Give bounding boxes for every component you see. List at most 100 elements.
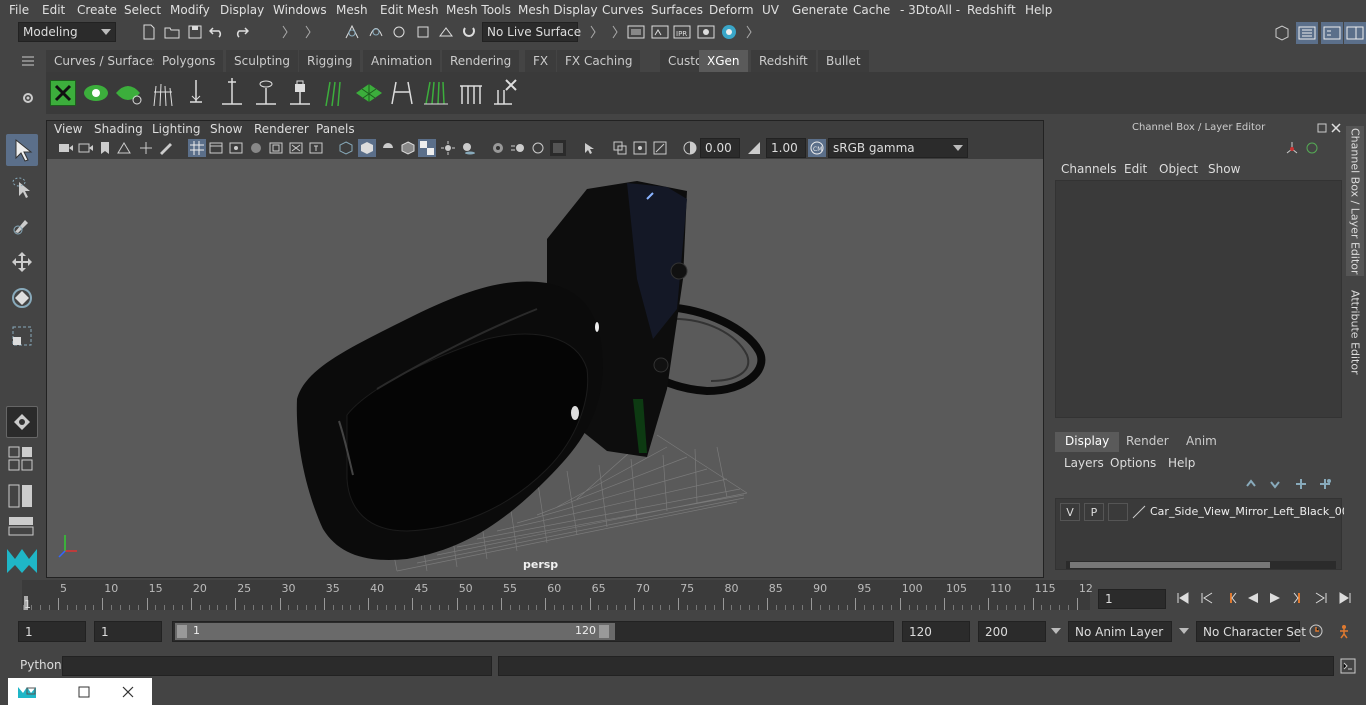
channel-edit-menu[interactable]: Edit [1124, 162, 1147, 176]
depth-of-field-icon[interactable] [550, 140, 566, 156]
xgen-sculpt-guide-icon[interactable] [252, 78, 280, 108]
close-icon[interactable] [120, 684, 136, 700]
menu-file[interactable]: File [9, 3, 29, 17]
menu-create[interactable]: Create [77, 3, 117, 17]
gate-mask-icon[interactable] [248, 140, 264, 156]
menu-mesh-tools[interactable]: Mesh Tools [446, 3, 511, 17]
move-tool[interactable] [6, 246, 38, 278]
xgen-delete-guides-icon[interactable] [490, 78, 518, 108]
go-to-end-icon[interactable] [1336, 589, 1354, 607]
shelf-tab-animation[interactable]: Animation [363, 50, 441, 72]
redo-icon[interactable] [232, 23, 250, 41]
command-input[interactable] [62, 656, 492, 676]
exposure-field[interactable]: 0.00 [700, 138, 740, 158]
menu-windows[interactable]: Windows [273, 3, 327, 17]
object-menu[interactable]: Object [1159, 162, 1198, 176]
xgen-cut-guides-icon[interactable] [456, 78, 484, 108]
safe-action-icon[interactable] [288, 140, 304, 156]
layer-help-menu[interactable]: Help [1168, 456, 1195, 470]
layer-display-type[interactable] [1108, 503, 1128, 521]
move-layer-down-icon[interactable] [1268, 476, 1284, 492]
xray-joints-icon[interactable] [632, 140, 648, 156]
playback-start-field[interactable]: 1 [94, 621, 162, 642]
textured-icon[interactable] [418, 139, 436, 157]
viewport-menu-shading[interactable]: Shading [94, 122, 143, 136]
snap-grid-icon[interactable] [343, 23, 361, 41]
render-settings-icon[interactable] [696, 23, 716, 41]
live-surface-field[interactable]: No Live Surface [482, 22, 581, 42]
screen-space-ao-icon[interactable] [490, 140, 506, 156]
camera-attributes-icon[interactable] [78, 140, 94, 156]
scale-tool[interactable] [6, 320, 38, 352]
xgen-add-guide-icon[interactable] [218, 78, 246, 108]
layer-playback-toggle[interactable]: P [1084, 503, 1104, 521]
manipulator-icon[interactable] [1284, 140, 1300, 156]
xray-components-icon[interactable] [652, 140, 668, 156]
start-time-field[interactable]: 1 [18, 621, 86, 642]
bookmark-icon[interactable] [98, 140, 112, 156]
range-slider-bar[interactable]: 1 120 [175, 623, 615, 640]
anti-aliasing-icon[interactable] [530, 140, 546, 156]
grease-pencil-icon[interactable] [158, 140, 174, 156]
motion-blur-icon[interactable] [510, 140, 526, 156]
menu-generate[interactable]: Generate [792, 3, 848, 17]
menu-edit-mesh[interactable]: Edit Mesh [380, 3, 439, 17]
step-forward-icon[interactable] [1312, 589, 1330, 607]
layout-stacked-icon[interactable] [8, 516, 36, 536]
shelf-tab-sculpting[interactable]: Sculpting [226, 50, 299, 72]
menu-cache[interactable]: Cache [853, 3, 890, 17]
snap-surface-icon[interactable] [437, 23, 455, 41]
anim-layer-selector[interactable]: No Anim Layer [1068, 621, 1172, 642]
menu-redshift[interactable]: Redshift [967, 3, 1016, 17]
menu-curves[interactable]: Curves [602, 3, 644, 17]
paint-select-tool[interactable] [6, 208, 38, 240]
lasso-tool[interactable] [6, 172, 38, 204]
hypershade-icon[interactable] [719, 23, 739, 41]
viewport-menu-panels[interactable]: Panels [316, 122, 355, 136]
xgen-scale-guides-icon[interactable] [388, 78, 416, 108]
ipr-icon[interactable]: IPR [672, 23, 692, 41]
save-scene-icon[interactable] [186, 23, 204, 41]
layer-row[interactable]: V P Car_Side_View_Mirror_Left_Black_001 [1060, 503, 1356, 523]
exposure-icon[interactable] [682, 140, 698, 156]
menu-select[interactable]: Select [124, 3, 161, 17]
chevron-down-icon[interactable] [1178, 625, 1190, 637]
xgen-place-guides-icon[interactable] [182, 78, 210, 108]
default-material-icon[interactable] [380, 140, 396, 156]
layer-color-icon[interactable] [1132, 505, 1146, 519]
command-language-label[interactable]: Python [20, 658, 62, 672]
scrollbar-thumb[interactable] [1070, 562, 1270, 568]
script-editor-icon[interactable] [1338, 656, 1358, 676]
xgen-editor-icon[interactable] [50, 80, 76, 106]
layout-side-by-side-icon[interactable] [8, 484, 36, 510]
viewport-menu-view[interactable]: View [54, 122, 82, 136]
snap-view-icon[interactable] [414, 23, 432, 41]
shelf-tab-xgen[interactable]: XGen [699, 50, 748, 72]
snap-curve-icon[interactable] [367, 23, 385, 41]
gear-icon[interactable] [20, 90, 36, 106]
layer-scrollbar[interactable] [1066, 561, 1336, 569]
new-scene-icon[interactable] [140, 23, 158, 41]
layer-visibility-toggle[interactable]: V [1060, 503, 1080, 521]
shelf-tab-fx[interactable]: FX [525, 50, 557, 72]
animation-prefs-icon[interactable] [1334, 621, 1354, 641]
viewport-menu-renderer[interactable]: Renderer [254, 122, 309, 136]
lock-icon[interactable] [286, 78, 314, 108]
play-backward-icon[interactable] [1244, 589, 1262, 607]
workspace-icon[interactable] [1272, 23, 1292, 43]
menu-deform[interactable]: Deform [709, 3, 754, 17]
maximize-icon[interactable] [76, 684, 92, 700]
open-scene-icon[interactable] [163, 23, 181, 41]
layout-four-view-icon[interactable] [8, 446, 36, 472]
xgen-guide-curves-icon[interactable] [320, 78, 348, 108]
xgen-comb-icon[interactable] [422, 78, 450, 108]
side-tab-attribute-editor[interactable]: Attribute Editor [1346, 282, 1364, 382]
layer-name[interactable]: Car_Side_View_Mirror_Left_Black_001 [1150, 505, 1356, 518]
shelf-tab-fx-caching[interactable]: FX Caching [557, 50, 641, 72]
render-frame-icon[interactable] [626, 23, 646, 41]
menu-edit[interactable]: Edit [42, 3, 65, 17]
menu-help[interactable]: Help [1025, 3, 1052, 17]
xray-icon[interactable] [612, 140, 628, 156]
step-back-icon[interactable] [1198, 589, 1216, 607]
shelf-tab-bullet[interactable]: Bullet [818, 50, 869, 72]
